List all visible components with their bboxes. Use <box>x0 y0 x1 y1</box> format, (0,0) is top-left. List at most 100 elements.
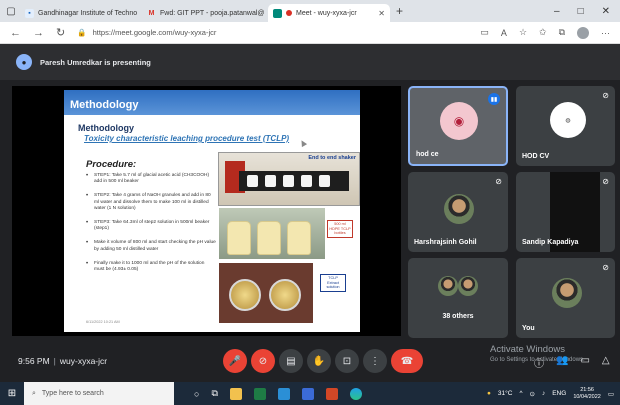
favorites-icon[interactable]: ✩ <box>539 27 547 38</box>
meeting-info: 9:56 PM | wuy-xyxa-jcr <box>18 356 107 366</box>
mic-off-icon: ⊘ <box>602 177 609 186</box>
clock[interactable]: 21:56 10/04/2022 <box>573 387 601 401</box>
step-item: Finally make it to 1000 ml and the pH of… <box>86 261 216 273</box>
camera-icon[interactable]: ▭ <box>480 27 489 38</box>
system-tray: ● 31°C ^ ⊙ ♪ ENG 21:56 10/04/2022 ▭ <box>487 387 620 401</box>
language-indicator[interactable]: ENG <box>552 390 566 397</box>
others-tile[interactable]: 38 others <box>408 258 508 338</box>
gmail-icon: M <box>148 9 155 17</box>
participant-tile[interactable]: ⊘ Harshrajsinh Gohil <box>408 172 508 252</box>
browser-tab[interactable]: M Fwd: GIT PPT - pooja.patanwal@ ✕ <box>142 4 266 22</box>
participant-tile[interactable]: ⊘ Sandip Kapadiya <box>516 172 615 252</box>
more-icon[interactable]: ··· <box>601 28 610 38</box>
volume-icon[interactable]: ♪ <box>542 390 545 397</box>
mail-icon[interactable] <box>301 387 314 400</box>
meeting-side-controls: ⓘ 👥 ▭ △ <box>534 355 610 370</box>
refresh-icon[interactable]: ↻ <box>56 26 65 39</box>
mic-off-icon: ⊘ <box>602 91 609 100</box>
extract-label: TCLP Extract solution <box>320 274 346 292</box>
slide-header: Methodology <box>64 90 360 115</box>
slide: Methodology Methodology Toxicity charact… <box>64 90 360 332</box>
url-field[interactable]: 🔒 https://meet.google.com/wuy-xyxa-jcr <box>77 28 468 37</box>
clock-time: 21:56 <box>580 386 594 393</box>
browser-tab[interactable]: ▪ Gandhinagar Institute of Techno ✕ <box>20 4 140 22</box>
participant-tile[interactable]: ◉ ▮▮ hod ce <box>408 86 508 166</box>
close-icon[interactable]: ✕ <box>378 9 385 18</box>
taskbar: ⊞ ⌕ Type here to search ○ ⧉ ● 31°C ^ ⊙ ♪… <box>0 382 620 405</box>
network-icon[interactable]: ⊙ <box>530 390 535 398</box>
slide-subtitle: Toxicity characteristic leaching procedu… <box>84 134 290 143</box>
window-controls: – □ ✕ <box>554 6 620 17</box>
participant-tile[interactable]: ◍ ⊘ HOD CV <box>516 86 615 166</box>
collections-icon[interactable]: ⧉ <box>559 27 565 38</box>
people-icon[interactable]: 👥 <box>556 355 568 370</box>
store-icon[interactable] <box>277 387 290 400</box>
slide-date: 6/11/2022 10:21 AM <box>86 320 120 324</box>
bottle-slot <box>319 175 330 187</box>
leave-call-button[interactable]: ☎ <box>391 349 423 373</box>
tab-title: Fwd: GIT PPT - pooja.patanwal@ <box>160 9 265 17</box>
present-button[interactable]: ⊡ <box>335 349 359 373</box>
lock-icon: 🔒 <box>77 28 87 37</box>
self-tile[interactable]: ⊘ You <box>516 258 615 338</box>
profile-avatar[interactable] <box>577 26 589 39</box>
tray-overflow-icon[interactable]: ^ <box>519 390 522 397</box>
start-button[interactable]: ⊞ <box>0 382 24 405</box>
taskbar-search[interactable]: ⌕ Type here to search <box>24 382 174 405</box>
maximize-button[interactable]: □ <box>578 6 584 17</box>
temperature: 31°C <box>497 390 513 397</box>
participant-name: You <box>522 325 535 332</box>
participant-name: HOD CV <box>522 153 550 160</box>
window-menu-icon[interactable]: ▢ <box>4 4 18 18</box>
avatar <box>438 276 458 296</box>
favorite-icon[interactable]: ☆ <box>519 27 527 38</box>
read-aloud-icon[interactable]: A <box>501 28 507 38</box>
notifications-icon[interactable]: ▭ <box>608 390 614 398</box>
participant-name: Harshrajsinh Gohil <box>414 239 477 246</box>
presenting-banner: ● Paresh Umredkar is presenting <box>0 44 620 80</box>
meeting-code: wuy-xyxa-jcr <box>59 356 108 366</box>
meeting-controls-bar: 9:56 PM | wuy-xyxa-jcr 🎤 ⊘ ▤ ✋ ⊡ ⋮ ☎ Activ… <box>0 340 620 382</box>
back-icon[interactable]: ← <box>10 27 21 39</box>
participant-name: 38 others <box>442 313 474 320</box>
participant-name: hod ce <box>416 151 439 158</box>
chat-icon[interactable]: ▭ <box>580 355 589 370</box>
college-logo-icon: ◍ <box>565 117 571 124</box>
separator: | <box>53 356 56 366</box>
avatar <box>458 276 478 296</box>
shaker-rack <box>239 171 349 191</box>
more-options-button[interactable]: ⋮ <box>363 349 387 373</box>
minimize-button[interactable]: – <box>554 6 560 17</box>
edge-icon[interactable] <box>349 387 362 400</box>
task-view-icon[interactable]: ⧉ <box>211 388 217 399</box>
mic-toggle-button[interactable]: 🎤 <box>223 349 247 373</box>
slide-title: Methodology <box>78 123 134 133</box>
avatar: ◉ <box>440 102 478 140</box>
captions-button[interactable]: ▤ <box>279 349 303 373</box>
avatar <box>552 278 582 308</box>
camera-toggle-button[interactable]: ⊘ <box>251 349 275 373</box>
cortana-icon[interactable]: ○ <box>194 389 199 399</box>
new-tab-button[interactable]: + <box>396 4 403 18</box>
excel-icon[interactable] <box>253 387 266 400</box>
browser-tab-active[interactable]: Meet - wuy-xyxa-jcr ✕ <box>268 4 390 22</box>
dish <box>229 279 261 311</box>
address-bar: ← → ↻ 🔒 https://meet.google.com/wuy-xyxa… <box>0 22 620 44</box>
forward-icon[interactable]: → <box>33 27 44 39</box>
dish <box>269 279 301 311</box>
bottle-slot <box>247 175 258 187</box>
steps-list: STEP1: Take 5.7 ml of glacial acetic aci… <box>86 173 216 281</box>
activate-windows-title: Activate Windows <box>490 344 565 355</box>
powerpoint-icon[interactable] <box>325 387 338 400</box>
file-explorer-icon[interactable] <box>229 387 242 400</box>
bottle <box>287 221 311 255</box>
presentation-stage[interactable]: Methodology Methodology Toxicity charact… <box>12 86 401 336</box>
activities-icon[interactable]: △ <box>602 355 610 370</box>
meeting-time: 9:56 PM <box>18 356 50 366</box>
shaker-label: End to end shaker <box>308 155 356 161</box>
raise-hand-button[interactable]: ✋ <box>307 349 331 373</box>
info-icon[interactable]: ⓘ <box>534 355 544 370</box>
weather-icon[interactable]: ● <box>487 390 491 397</box>
close-window-button[interactable]: ✕ <box>602 6 610 17</box>
url-text: https://meet.google.com/wuy-xyxa-jcr <box>92 28 217 37</box>
